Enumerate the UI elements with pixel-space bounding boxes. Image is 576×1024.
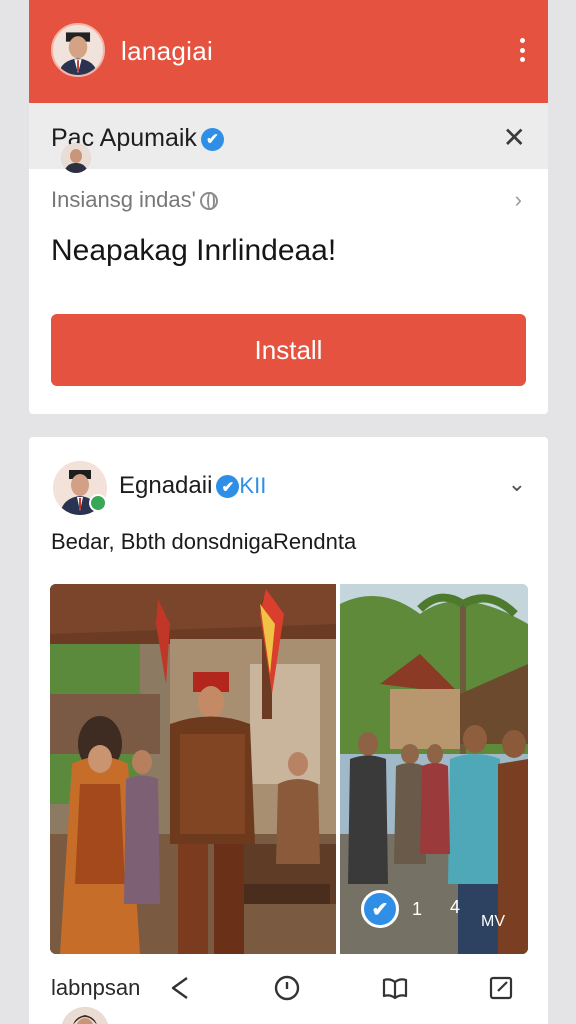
clock-icon[interactable] — [273, 974, 301, 1002]
action-label: labnpsan — [51, 975, 141, 1000]
post-text: Bedar, Bbth donsdnigaRendnta — [51, 529, 357, 554]
share-icon[interactable] — [167, 974, 195, 1002]
promo-subtitle-text: Insiansg indas' — [51, 187, 196, 212]
verified-icon: ✔ — [216, 475, 240, 499]
globe-icon — [199, 192, 218, 211]
edit-icon[interactable] — [487, 974, 515, 1002]
chevron-right-icon[interactable]: › — [515, 187, 522, 213]
close-icon[interactable]: ✕ — [503, 121, 526, 154]
avatar[interactable] — [51, 23, 105, 77]
check-badge-icon: ✔ — [361, 890, 399, 928]
promo-header: Pac Apumaik ✔ ✕ — [29, 103, 548, 173]
install-promo-card: Pac Apumaik ✔ ✕ Insiansg indas' › Neapaka… — [29, 103, 548, 414]
post-photo-1[interactable] — [50, 584, 336, 954]
install-button[interactable]: Install — [51, 314, 526, 386]
online-badge — [89, 494, 107, 512]
promo-subtitle: Insiansg indas' — [51, 187, 218, 213]
photo-count-label: 4 — [450, 897, 461, 917]
post-author-text: Egnadaii — [119, 472, 213, 499]
more-vertical-icon[interactable] — [518, 38, 526, 62]
post-author: Egnadaii ✔ KII — [119, 472, 266, 500]
photo-count-label: 1 — [412, 899, 423, 919]
header-title: lanagiai — [121, 36, 214, 66]
avatar-icon — [53, 25, 103, 75]
chevron-down-icon[interactable]: ⌄ — [508, 471, 526, 497]
post-card: Egnadaii ✔ KII ⌄ Bedar, Bbth donsdnigaRend… — [29, 437, 548, 1024]
post-action-bar: labnpsan — [51, 974, 526, 1004]
post-author-badge: KII — [239, 473, 267, 498]
book-icon[interactable] — [381, 974, 409, 1002]
promo-headline: Neapakag Inrlindeaa! — [51, 234, 337, 267]
verified-icon: ✔ — [200, 127, 224, 151]
photo-count-label: MV — [481, 913, 505, 930]
app-header: lanagiai — [29, 0, 548, 103]
avatar[interactable] — [61, 1007, 109, 1024]
avatar — [61, 143, 91, 173]
